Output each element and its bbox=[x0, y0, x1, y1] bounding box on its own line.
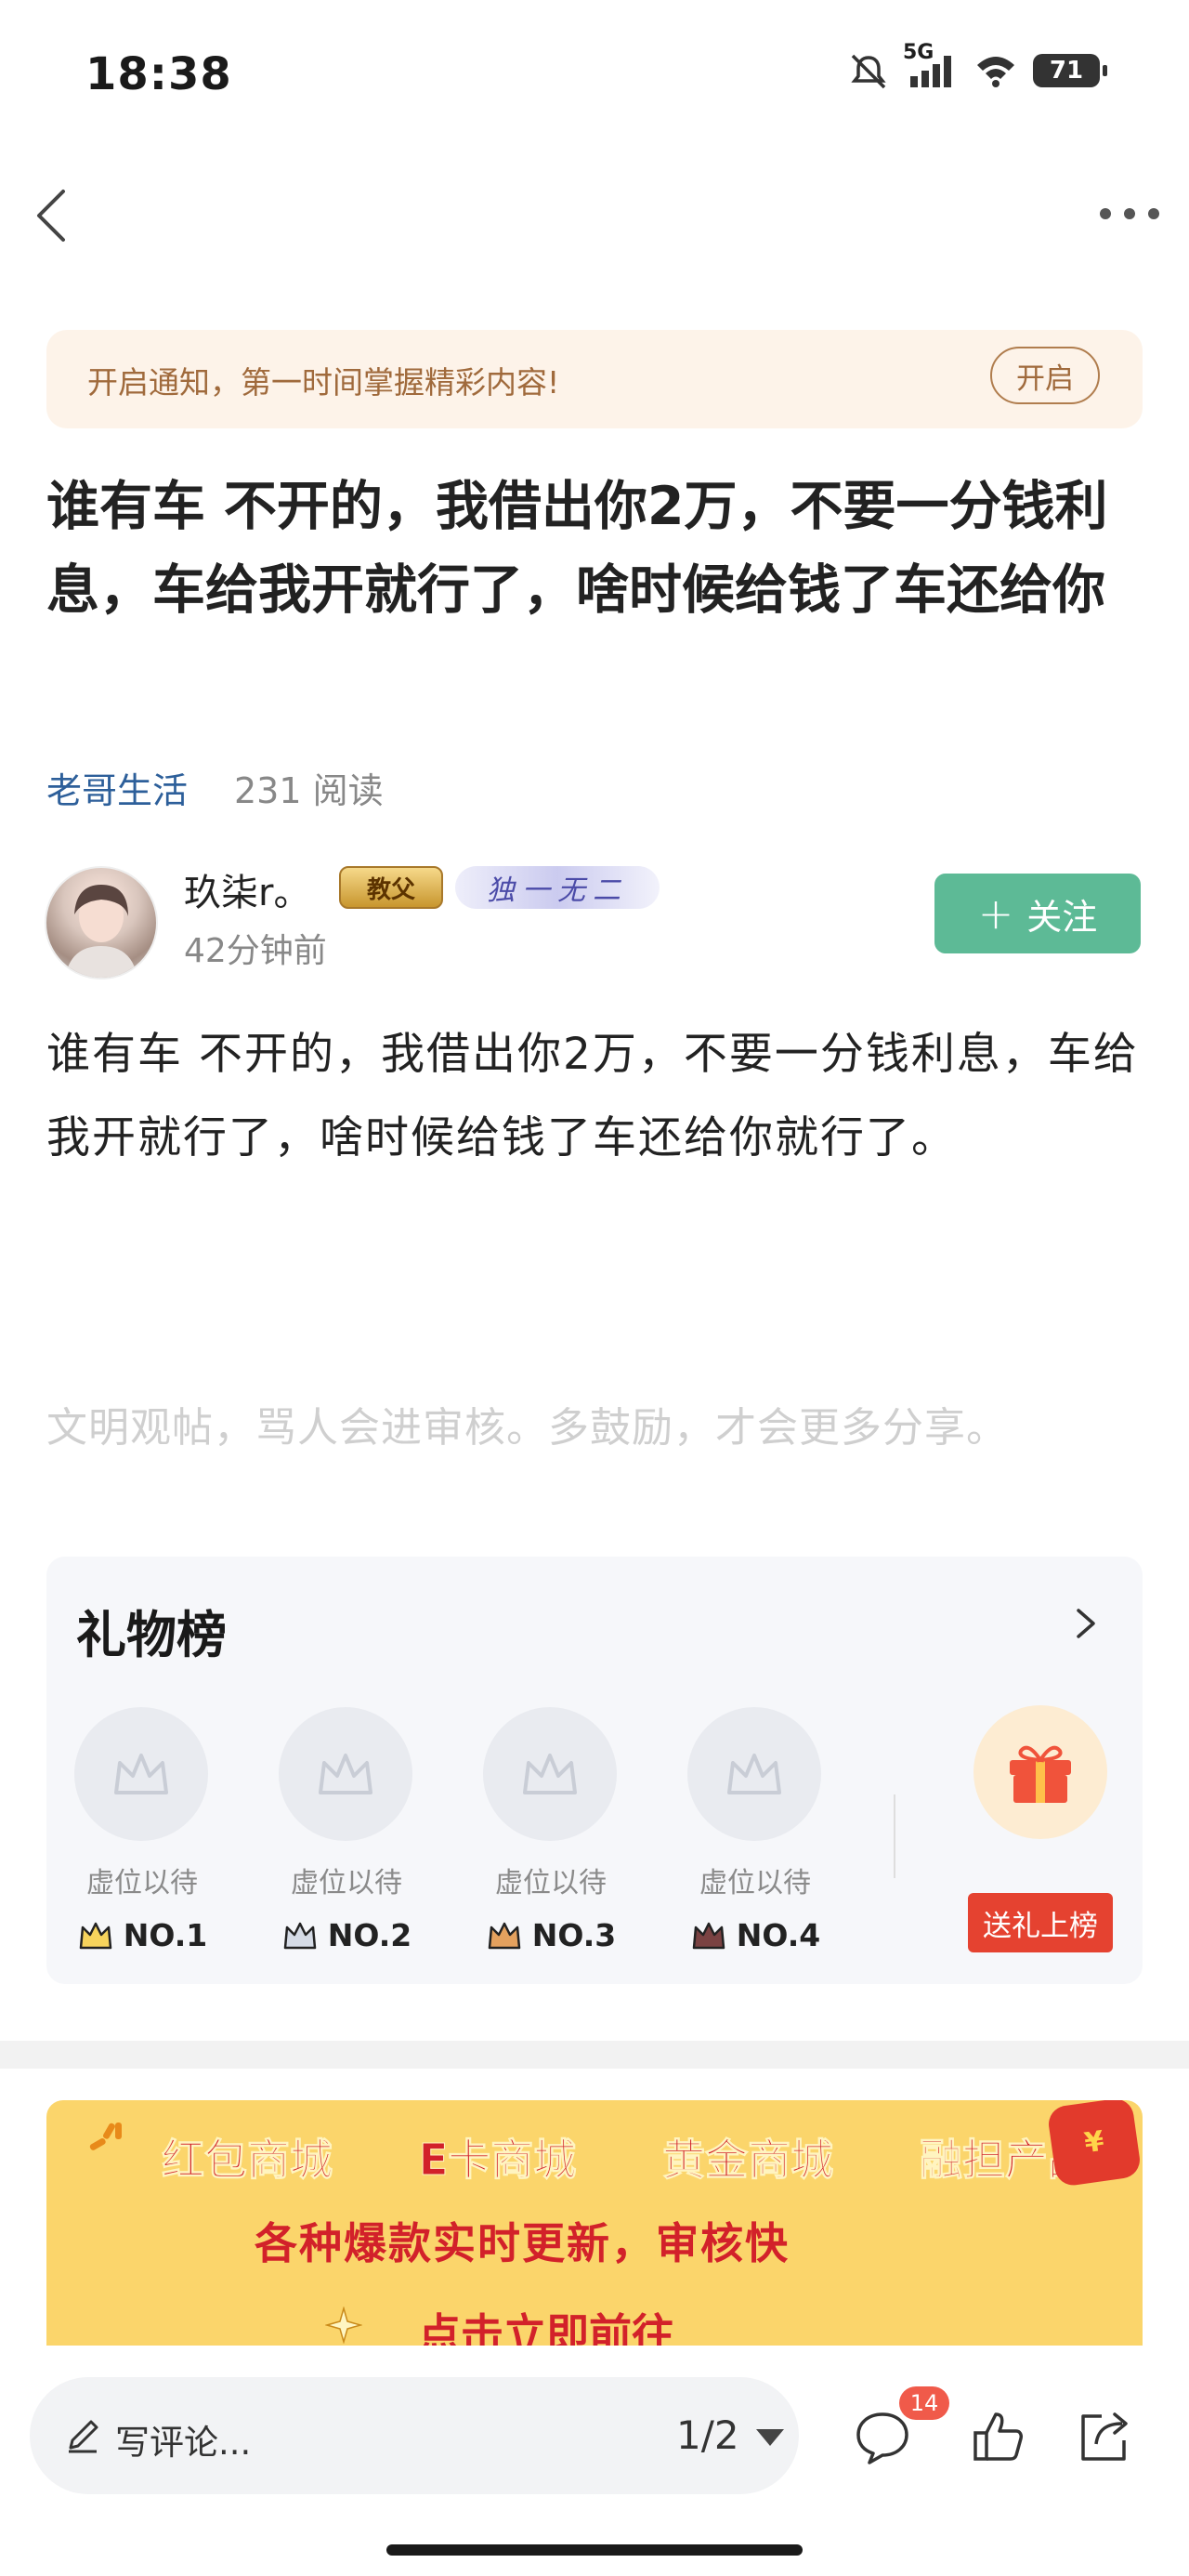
plus-icon: + bbox=[977, 888, 1014, 939]
read-count: 231 阅读 bbox=[234, 770, 384, 811]
slot-placeholder-text: 虚位以待 bbox=[699, 1867, 811, 1899]
promo-tagline: 各种爆款实时更新，审核快 bbox=[255, 2218, 790, 2268]
slot-placeholder-text: 虚位以待 bbox=[495, 1867, 607, 1899]
battery-indicator: 71 bbox=[1033, 54, 1107, 87]
gift-slot[interactable]: 虚位以待 NO.3 bbox=[483, 1707, 619, 1953]
mute-icon bbox=[851, 54, 886, 89]
promo-banner[interactable]: 红包商城 E卡商城 黄金商城 融担产品 ¥ 各种爆款实时更新，审核快 点击立即前… bbox=[46, 2100, 1143, 2379]
back-arrow-icon[interactable] bbox=[26, 178, 82, 253]
comment-input[interactable]: 写评论... 1/2 bbox=[30, 2377, 799, 2494]
crown-silver-icon bbox=[283, 1922, 317, 1949]
comment-bubble-icon[interactable] bbox=[853, 2407, 912, 2466]
status-icons: 5G 71 bbox=[847, 41, 1107, 89]
signal-icon: 5G bbox=[903, 41, 959, 89]
rank-label: NO.4 bbox=[736, 1917, 821, 1953]
home-indicator[interactable] bbox=[386, 2544, 803, 2556]
post-title: 谁有车 不开的，我借出你2万，不要一分钱利息，车给我开就行了，啥时候给钱了车还给… bbox=[46, 476, 1108, 621]
author-badge: 独一无二 bbox=[455, 866, 660, 909]
page-indicator[interactable]: 1/2 bbox=[676, 2412, 739, 2458]
divider bbox=[894, 1794, 895, 1878]
enable-notification-button[interactable]: 开启 bbox=[990, 347, 1100, 404]
promo-item[interactable]: 黄金商城 bbox=[662, 2126, 834, 2188]
rank-label: NO.3 bbox=[531, 1917, 617, 1953]
slot-placeholder-text: 虚位以待 bbox=[291, 1867, 402, 1899]
source-link[interactable]: 老哥生活 bbox=[46, 762, 188, 813]
avatar[interactable] bbox=[45, 866, 158, 979]
promo-item[interactable]: 红包商城 bbox=[162, 2126, 333, 2188]
crown-placeholder-icon bbox=[687, 1707, 821, 1841]
promo-item[interactable]: E卡商城 bbox=[418, 2126, 576, 2188]
gift-slot[interactable]: 虚位以待 NO.4 bbox=[687, 1707, 823, 1953]
author-medal: 教父 bbox=[339, 866, 443, 909]
send-gift-button[interactable]: 送礼上榜 bbox=[968, 1893, 1113, 1952]
crown-gold-icon bbox=[79, 1922, 112, 1949]
gift-board-title: 礼物榜 bbox=[76, 1606, 227, 1664]
gift-board: 礼物榜 虚位以待 NO.1 虚位以待 NO.2 虚位以待 NO.3 虚位以待 N… bbox=[46, 1557, 1143, 1984]
notification-banner: 开启通知，第一时间掌握精彩内容! 开启 bbox=[46, 330, 1143, 428]
promo-categories: 红包商城 E卡商城 黄金商城 融担产品 bbox=[162, 2126, 1091, 2188]
comment-placeholder: 写评论... bbox=[115, 2423, 252, 2463]
share-icon[interactable] bbox=[1074, 2407, 1133, 2466]
sparkle-icon bbox=[89, 2123, 122, 2150]
star-icon bbox=[325, 2307, 362, 2344]
crown-bronze-icon bbox=[488, 1922, 521, 1949]
gift-slot[interactable]: 虚位以待 NO.2 bbox=[279, 1707, 414, 1953]
more-options-icon[interactable] bbox=[1100, 193, 1159, 234]
slot-placeholder-text: 虚位以待 bbox=[86, 1867, 198, 1899]
crown-placeholder-icon bbox=[483, 1707, 617, 1841]
thumbs-up-icon[interactable] bbox=[968, 2407, 1027, 2466]
crown-dark-icon bbox=[692, 1922, 725, 1949]
wifi-icon bbox=[977, 57, 1014, 87]
status-time: 18:38 bbox=[85, 48, 232, 100]
crown-placeholder-icon bbox=[279, 1707, 412, 1841]
mascot-icon: ¥ bbox=[1046, 2100, 1143, 2188]
section-divider bbox=[0, 2041, 1189, 2069]
pencil-icon bbox=[69, 2420, 98, 2453]
chevron-right-icon[interactable] bbox=[1066, 1605, 1104, 1642]
crown-placeholder-icon bbox=[74, 1707, 208, 1841]
rank-label: NO.1 bbox=[123, 1917, 208, 1953]
chevron-down-icon[interactable] bbox=[756, 2429, 784, 2446]
follow-button[interactable]: + 关注 bbox=[934, 874, 1141, 953]
post-content: 谁有车 不开的，我借出你2万，不要一分钱利息，车给我开就行了，啥时候给钱了车还给… bbox=[46, 1029, 1139, 1163]
notification-text: 开启通知，第一时间掌握精彩内容! bbox=[87, 364, 560, 401]
bottom-action-bar: 写评论... 1/2 14 bbox=[0, 2346, 1189, 2576]
follow-label: 关注 bbox=[1026, 896, 1098, 938]
comment-guideline: 文明观帖，骂人会进审核。多鼓励，才会更多分享。 bbox=[46, 1404, 1008, 1452]
author-name[interactable]: 玖柒r。 bbox=[184, 862, 310, 916]
post-time: 42分钟前 bbox=[184, 932, 327, 970]
comment-count-badge: 14 bbox=[899, 2386, 949, 2420]
gift-slot[interactable]: 虚位以待 NO.1 bbox=[74, 1707, 210, 1953]
rank-label: NO.2 bbox=[327, 1917, 412, 1953]
gift-box-icon[interactable] bbox=[973, 1705, 1107, 1839]
